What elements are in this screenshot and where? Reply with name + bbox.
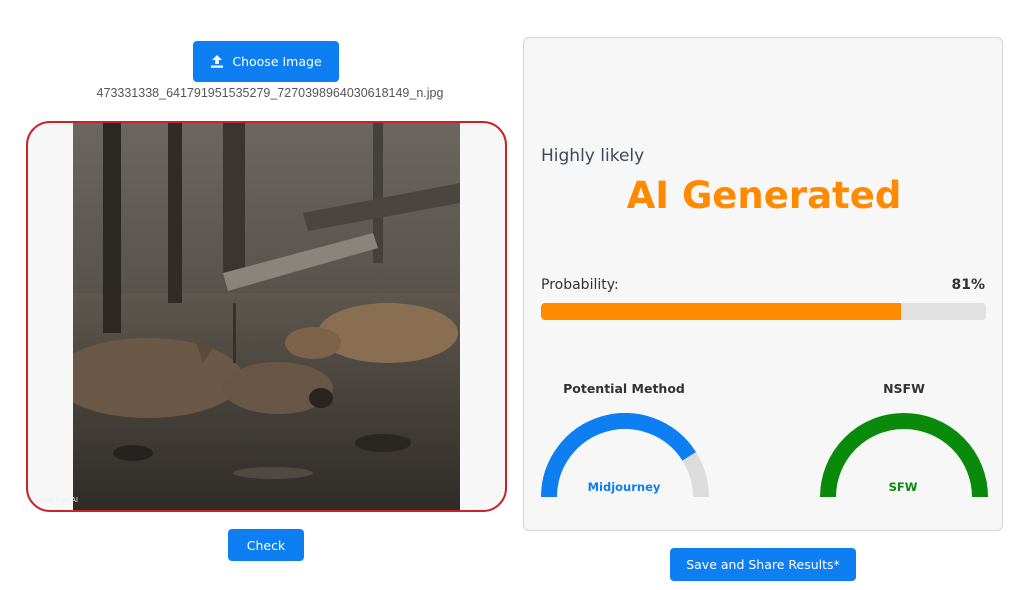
likelihood-label: Highly likely: [541, 146, 645, 166]
choose-image-button[interactable]: Choose Image: [193, 41, 339, 82]
nsfw-title: NSFW: [883, 381, 925, 396]
choose-image-label: Choose Image: [232, 54, 322, 69]
verdict-heading: AI Generated: [626, 174, 902, 217]
uploaded-photo: [73, 123, 460, 510]
method-value: Midjourney: [587, 480, 661, 494]
nsfw-value: SFW: [888, 480, 918, 494]
result-card: Highly likely AI Generated Probability: …: [523, 37, 1003, 531]
probability-bar: [541, 303, 986, 320]
upload-icon: [211, 55, 224, 68]
image-preview: Picture from AI: [26, 121, 507, 512]
check-button[interactable]: Check: [228, 529, 304, 561]
save-share-button[interactable]: Save and Share Results*: [670, 548, 856, 581]
probability-value: 81%: [951, 277, 985, 293]
probability-label: Probability:: [541, 277, 619, 293]
probability-bar-fill: [541, 303, 902, 320]
file-name: 473331338_641791951535279_72703989640306…: [96, 86, 444, 100]
photo-caption: Picture from AI: [32, 497, 78, 504]
method-title: Potential Method: [563, 381, 685, 396]
